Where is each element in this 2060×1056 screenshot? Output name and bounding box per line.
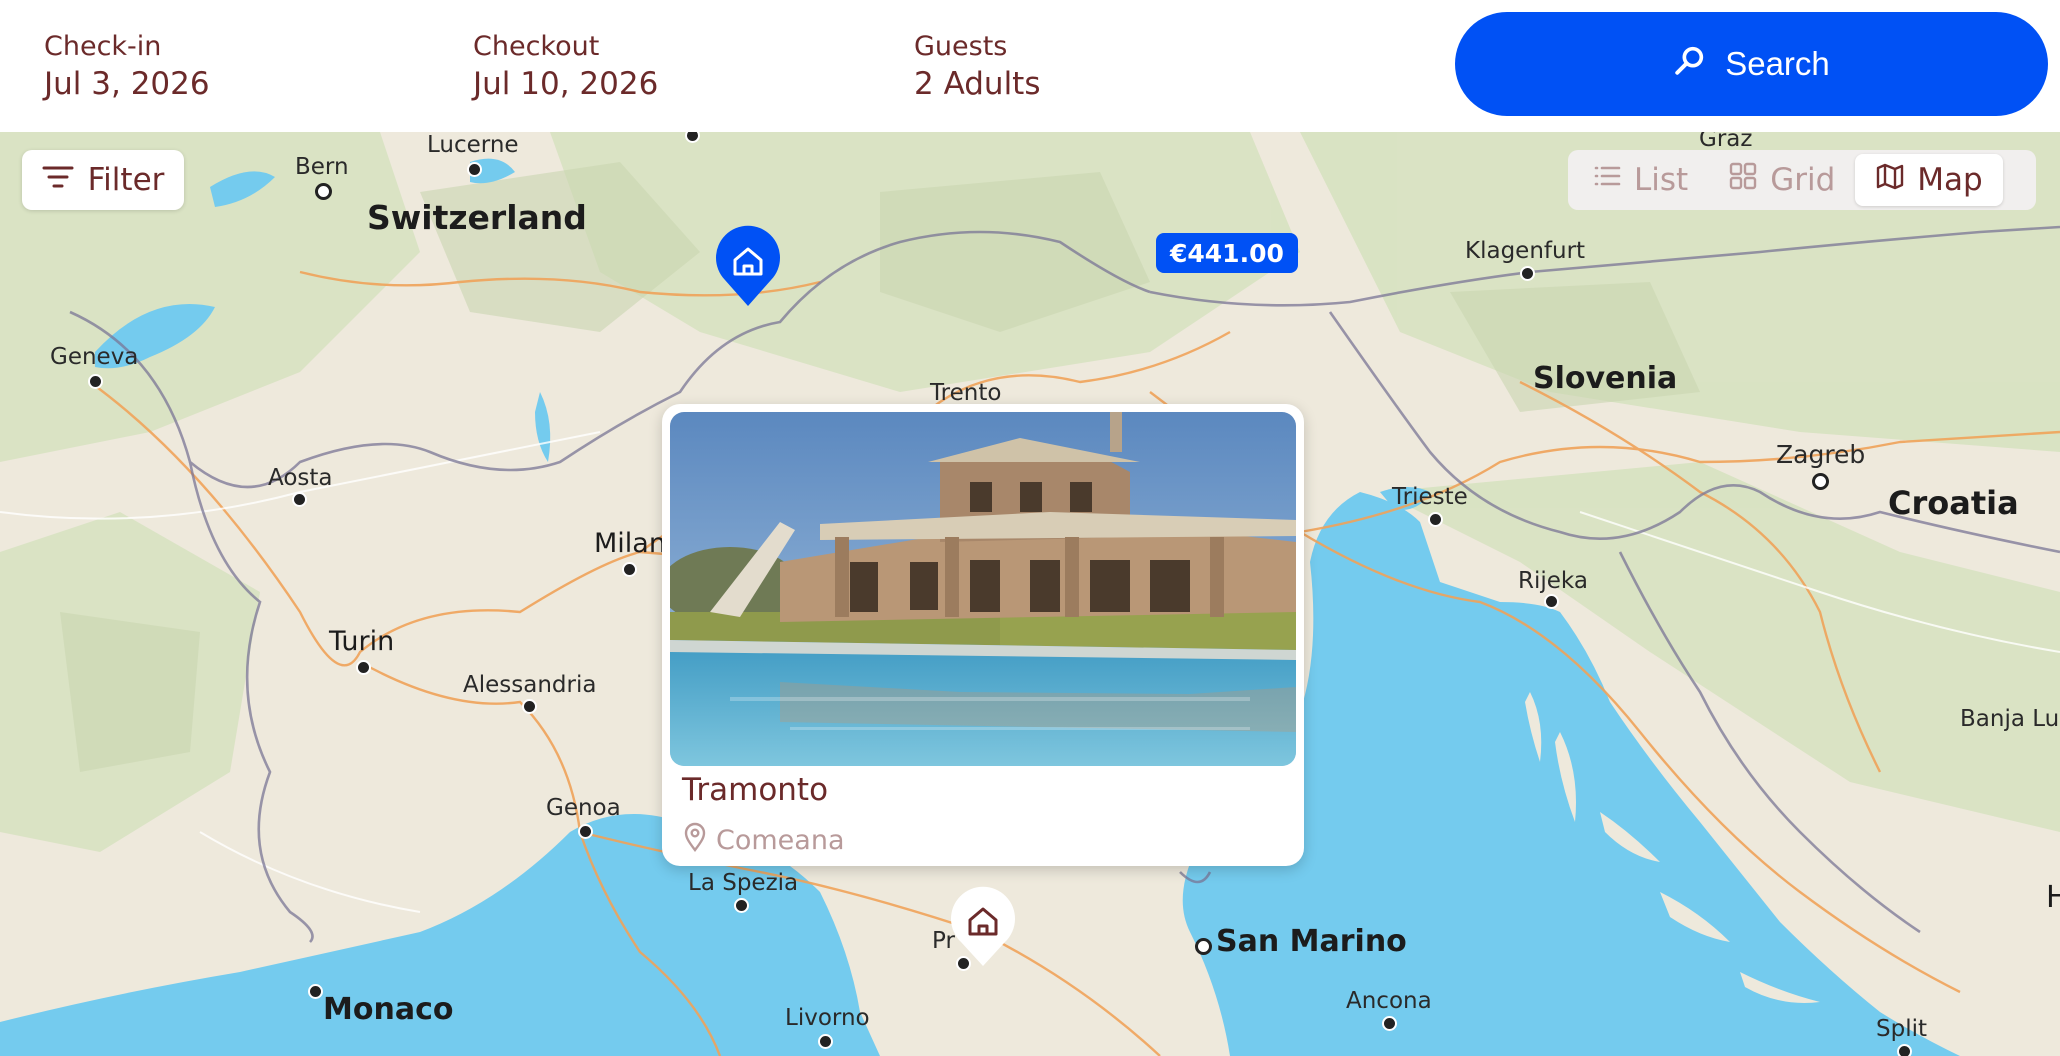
place-geneva: Geneva [50, 344, 139, 370]
view-list-label: List [1634, 162, 1689, 198]
city-dot [622, 562, 637, 577]
checkin-field[interactable]: Check-in Jul 3, 2026 [44, 30, 210, 104]
filter-label: Filter [87, 162, 165, 198]
filter-icon [42, 162, 74, 198]
view-grid-label: Grid [1770, 162, 1836, 198]
city-dot [522, 699, 537, 714]
filter-button[interactable]: Filter [22, 150, 184, 210]
map-icon [1875, 161, 1905, 199]
place-turin: Turin [329, 626, 395, 657]
guests-label: Guests [914, 31, 1008, 62]
price-marker[interactable]: €441.00 [1156, 233, 1298, 273]
city-dot [1428, 512, 1443, 527]
city-dot [1812, 473, 1829, 490]
property-pin[interactable] [949, 884, 1017, 968]
place-slovenia: Slovenia [1533, 361, 1678, 396]
place-livorno: Livorno [785, 1005, 870, 1031]
city-dot [578, 824, 593, 839]
property-card[interactable]: Tramonto Comeana [662, 404, 1304, 866]
place-la-spezia: La Spezia [688, 870, 799, 896]
search-icon [1673, 43, 1707, 85]
property-location: Comeana [682, 822, 845, 859]
guests-value[interactable]: 2 Adults [914, 64, 1040, 104]
view-map-label: Map [1917, 162, 1983, 198]
place-trento: Trento [930, 380, 1002, 406]
guests-field[interactable]: Guests 2 Adults [914, 30, 1040, 104]
location-pin-icon [682, 822, 708, 859]
property-location-label: Comeana [716, 825, 845, 856]
city-dot [1520, 266, 1535, 281]
city-dot [315, 183, 332, 200]
grid-icon [1728, 161, 1758, 199]
city-dot [1195, 938, 1212, 955]
place-split: Split [1876, 1016, 1927, 1042]
view-toggle: List Grid Map [1568, 150, 2036, 210]
place-switzerland: Switzerland [367, 198, 587, 237]
place-graz: Graz [1699, 132, 1753, 152]
checkin-label: Check-in [44, 31, 162, 62]
booking-bar: Check-in Jul 3, 2026 Checkout Jul 10, 20… [0, 0, 2060, 132]
place-genoa: Genoa [546, 795, 621, 821]
checkout-field[interactable]: Checkout Jul 10, 2026 [473, 30, 658, 104]
place-lucerne: Lucerne [427, 132, 519, 158]
city-dot [467, 162, 482, 177]
place-san-marino: San Marino [1216, 924, 1407, 959]
view-grid-button[interactable]: Grid [1708, 154, 1855, 206]
search-button[interactable]: Search [1455, 12, 2048, 116]
city-dot [1897, 1044, 1912, 1056]
place-aosta: Aosta [268, 465, 333, 491]
place-banja-luka: Banja Lu [1960, 706, 2060, 732]
city-dot [1382, 1016, 1397, 1031]
place-monaco: Monaco [323, 992, 454, 1027]
place-klagenfurt: Klagenfurt [1465, 238, 1586, 264]
place-trieste: Trieste [1392, 484, 1468, 510]
place-zagreb: Zagreb [1776, 440, 1866, 469]
list-icon [1592, 161, 1622, 199]
place-bern: Bern [295, 154, 349, 180]
property-photo[interactable] [670, 412, 1296, 766]
place-alessandria: Alessandria [463, 672, 597, 698]
checkout-value[interactable]: Jul 10, 2026 [473, 64, 658, 104]
search-label: Search [1725, 45, 1830, 82]
city-dot [734, 898, 749, 913]
city-dot [292, 492, 307, 507]
place-ancona: Ancona [1346, 988, 1432, 1014]
city-dot [1544, 594, 1559, 609]
view-list-button[interactable]: List [1572, 154, 1708, 206]
city-dot [356, 660, 371, 675]
city-dot [308, 984, 323, 999]
city-dot [88, 374, 103, 389]
checkin-value[interactable]: Jul 3, 2026 [44, 64, 210, 104]
view-map-button[interactable]: Map [1855, 154, 2003, 206]
property-pin-selected[interactable] [713, 224, 783, 308]
checkout-label: Checkout [473, 31, 600, 62]
place-edge-h: H [2046, 880, 2060, 915]
place-croatia: Croatia [1888, 484, 2019, 522]
city-dot [818, 1034, 833, 1049]
place-rijeka: Rijeka [1518, 568, 1588, 594]
place-milan: Milan [594, 528, 666, 559]
property-title[interactable]: Tramonto [682, 772, 828, 808]
